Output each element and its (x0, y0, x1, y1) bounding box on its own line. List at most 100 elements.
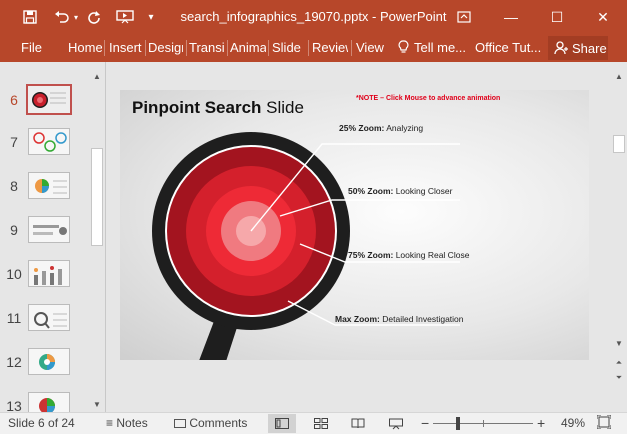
previous-slide-icon[interactable]: ⏶ (612, 357, 626, 369)
tell-me-search[interactable]: Tell me... (414, 40, 466, 55)
zoom-label-25[interactable]: 25% Zoom: Analyzing (339, 123, 423, 133)
notes-button[interactable]: ≡ Notes (106, 416, 148, 430)
slide-thumbnail-pane: 6 7 8 9 10 11 12 13 ▲ ▼ (0, 62, 106, 412)
thumbnail-image (28, 392, 70, 412)
tab-divider (227, 40, 228, 56)
ribbon-tabs: File Home Insert Design Transitions Anim… (0, 34, 627, 62)
zoom-label-text: Looking Closer (393, 186, 453, 196)
slide-sorter-button[interactable] (307, 414, 335, 433)
tab-divider (186, 40, 187, 56)
title-bar: ▾ ▾ search_infographics_19070.pptx - Pow… (0, 0, 627, 34)
thumbnail-image (28, 172, 70, 199)
normal-view-button[interactable] (268, 414, 296, 433)
tab-divider (104, 40, 105, 56)
tab-insert[interactable]: Insert (109, 40, 142, 55)
zoom-label-bold: 25% Zoom: (339, 123, 385, 133)
minimize-button[interactable]: — (488, 0, 534, 34)
scroll-up-icon[interactable]: ▲ (612, 70, 626, 82)
zoom-label-bold: Max Zoom: (335, 314, 380, 324)
ribbon-display-options-icon[interactable] (441, 0, 487, 34)
fit-to-window-icon (596, 414, 612, 430)
reading-view-icon (351, 418, 365, 429)
zoom-label-max[interactable]: Max Zoom: Detailed Investigation (335, 314, 464, 324)
zoom-label-75[interactable]: 75% Zoom: Looking Real Close (348, 250, 469, 260)
office-tut-account[interactable]: Office Tut... (475, 40, 541, 55)
slide-canvas[interactable]: Pinpoint Search Slide *NOTE – Click Mous… (120, 90, 589, 360)
thumbnail-image (28, 216, 70, 243)
thumbnail-image (28, 348, 70, 375)
maximize-button[interactable]: ☐ (534, 0, 580, 34)
zoom-label-text: Analyzing (384, 123, 424, 133)
thumbnail-image (28, 128, 70, 155)
tab-home[interactable]: Home (68, 40, 102, 55)
tab-divider (308, 40, 309, 56)
thumbnail-image (26, 84, 72, 115)
tab-divider (268, 40, 269, 56)
thumbnail-scrollbar[interactable]: ▲ ▼ (90, 70, 104, 410)
thumbnail-number: 8 (10, 178, 18, 194)
thumbnail-number: 7 (10, 134, 18, 150)
comments-label: Comments (189, 416, 248, 430)
zoom-out-button[interactable]: − (421, 415, 429, 431)
status-bar: Slide 6 of 24 ≡ Notes Comments − + 49% (0, 412, 627, 434)
slide-show-button[interactable] (382, 414, 410, 433)
scroll-down-icon[interactable]: ▼ (612, 337, 626, 349)
thumbnail-number: 6 (10, 92, 18, 108)
scroll-up-icon[interactable]: ▲ (90, 70, 104, 82)
notes-label: Notes (116, 416, 148, 430)
share-label: Share (572, 40, 607, 56)
comments-button[interactable]: Comments (174, 416, 247, 430)
slide-editing-area: Pinpoint Search Slide *NOTE – Click Mous… (107, 62, 611, 412)
zoom-in-button[interactable]: + (537, 415, 545, 431)
next-slide-icon[interactable]: ⏷ (612, 372, 626, 384)
normal-view-icon (275, 418, 289, 429)
thumbnail-image (28, 260, 70, 287)
zoom-label-text: Detailed Investigation (379, 314, 464, 324)
close-button[interactable]: ✕ (580, 0, 626, 34)
zoom-level[interactable]: 49% (561, 416, 585, 430)
zoom-label-bold: 50% Zoom: (348, 186, 394, 196)
zoom-slider-thumb[interactable] (455, 417, 460, 430)
slide-counter[interactable]: Slide 6 of 24 (8, 416, 75, 430)
scrollbar-thumb[interactable] (613, 135, 625, 153)
tab-view[interactable]: View (356, 40, 386, 55)
reading-view-button[interactable] (344, 414, 372, 433)
thumbnail-slide-8[interactable]: 8 (0, 172, 90, 208)
thumbnail-slide-6[interactable]: 6 (0, 84, 90, 122)
lightbulb-icon[interactable] (398, 40, 410, 58)
thumbnail-number: 11 (6, 310, 22, 326)
tab-slide-show[interactable]: Slide Show (272, 40, 305, 55)
zoom-label-bold: 75% Zoom: (348, 250, 394, 260)
comment-icon (174, 419, 186, 428)
thumbnail-number: 12 (6, 354, 22, 370)
zoom-slider[interactable] (433, 417, 533, 430)
zoom-slider-center-tick (483, 420, 484, 427)
scroll-down-icon[interactable]: ▼ (90, 398, 104, 410)
zoom-label-text: Looking Real Close (393, 250, 470, 260)
tab-divider (351, 40, 352, 56)
tab-animations[interactable]: Animations (230, 40, 266, 55)
thumbnail-slide-7[interactable]: 7 (0, 128, 90, 164)
tab-transitions[interactable]: Transitions (189, 40, 224, 55)
tab-design[interactable]: Design (148, 40, 183, 55)
scrollbar-thumb[interactable] (91, 148, 103, 246)
thumbnail-image (28, 304, 70, 331)
thumbnail-number: 9 (10, 222, 18, 238)
thumbnail-slide-9[interactable]: 9 (0, 216, 90, 252)
slide-show-icon (389, 418, 403, 429)
thumbnail-slide-13[interactable]: 13 (0, 392, 90, 412)
fit-slide-button[interactable] (596, 414, 612, 432)
thumbnail-slide-11[interactable]: 11 (0, 304, 90, 340)
thumbnail-slide-12[interactable]: 12 (0, 348, 90, 384)
share-button[interactable]: Share (548, 36, 608, 60)
notes-icon: ≡ (106, 416, 114, 430)
slide-sorter-icon (314, 418, 328, 429)
tab-divider (145, 40, 146, 56)
tab-file[interactable]: File (21, 40, 51, 55)
thumbnail-slide-10[interactable]: 10 (0, 260, 90, 296)
thumbnail-number: 13 (6, 398, 22, 412)
person-icon (554, 41, 568, 55)
zoom-label-50[interactable]: 50% Zoom: Looking Closer (348, 186, 452, 196)
tab-review[interactable]: Review (312, 40, 348, 55)
slide-scrollbar[interactable]: ▲ ▼ ⏶ ⏷ (611, 62, 627, 412)
